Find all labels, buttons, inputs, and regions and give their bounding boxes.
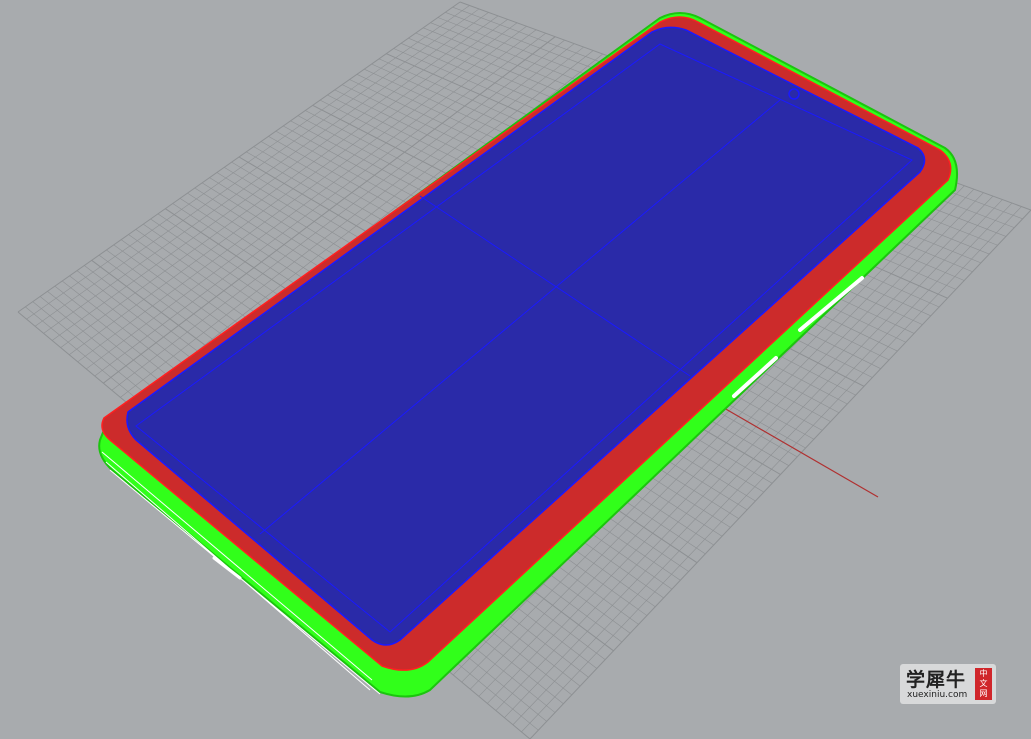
watermark-badge: 中 文 网 (975, 668, 992, 700)
badge-char: 文 (979, 679, 988, 688)
phone-model[interactable] (98, 12, 958, 698)
watermark-title: 学犀牛 (906, 669, 967, 691)
watermark-logo: 学犀牛 xuexiniu.com 中 文 网 (900, 664, 996, 704)
badge-char: 网 (979, 689, 988, 698)
x-axis-line (723, 407, 879, 498)
viewport-scene[interactable] (0, 0, 1031, 739)
badge-char: 中 (979, 669, 988, 678)
watermark-url: xuexiniu.com (907, 690, 968, 700)
perspective-viewport[interactable]: 学犀牛 xuexiniu.com 中 文 网 (0, 0, 1031, 739)
